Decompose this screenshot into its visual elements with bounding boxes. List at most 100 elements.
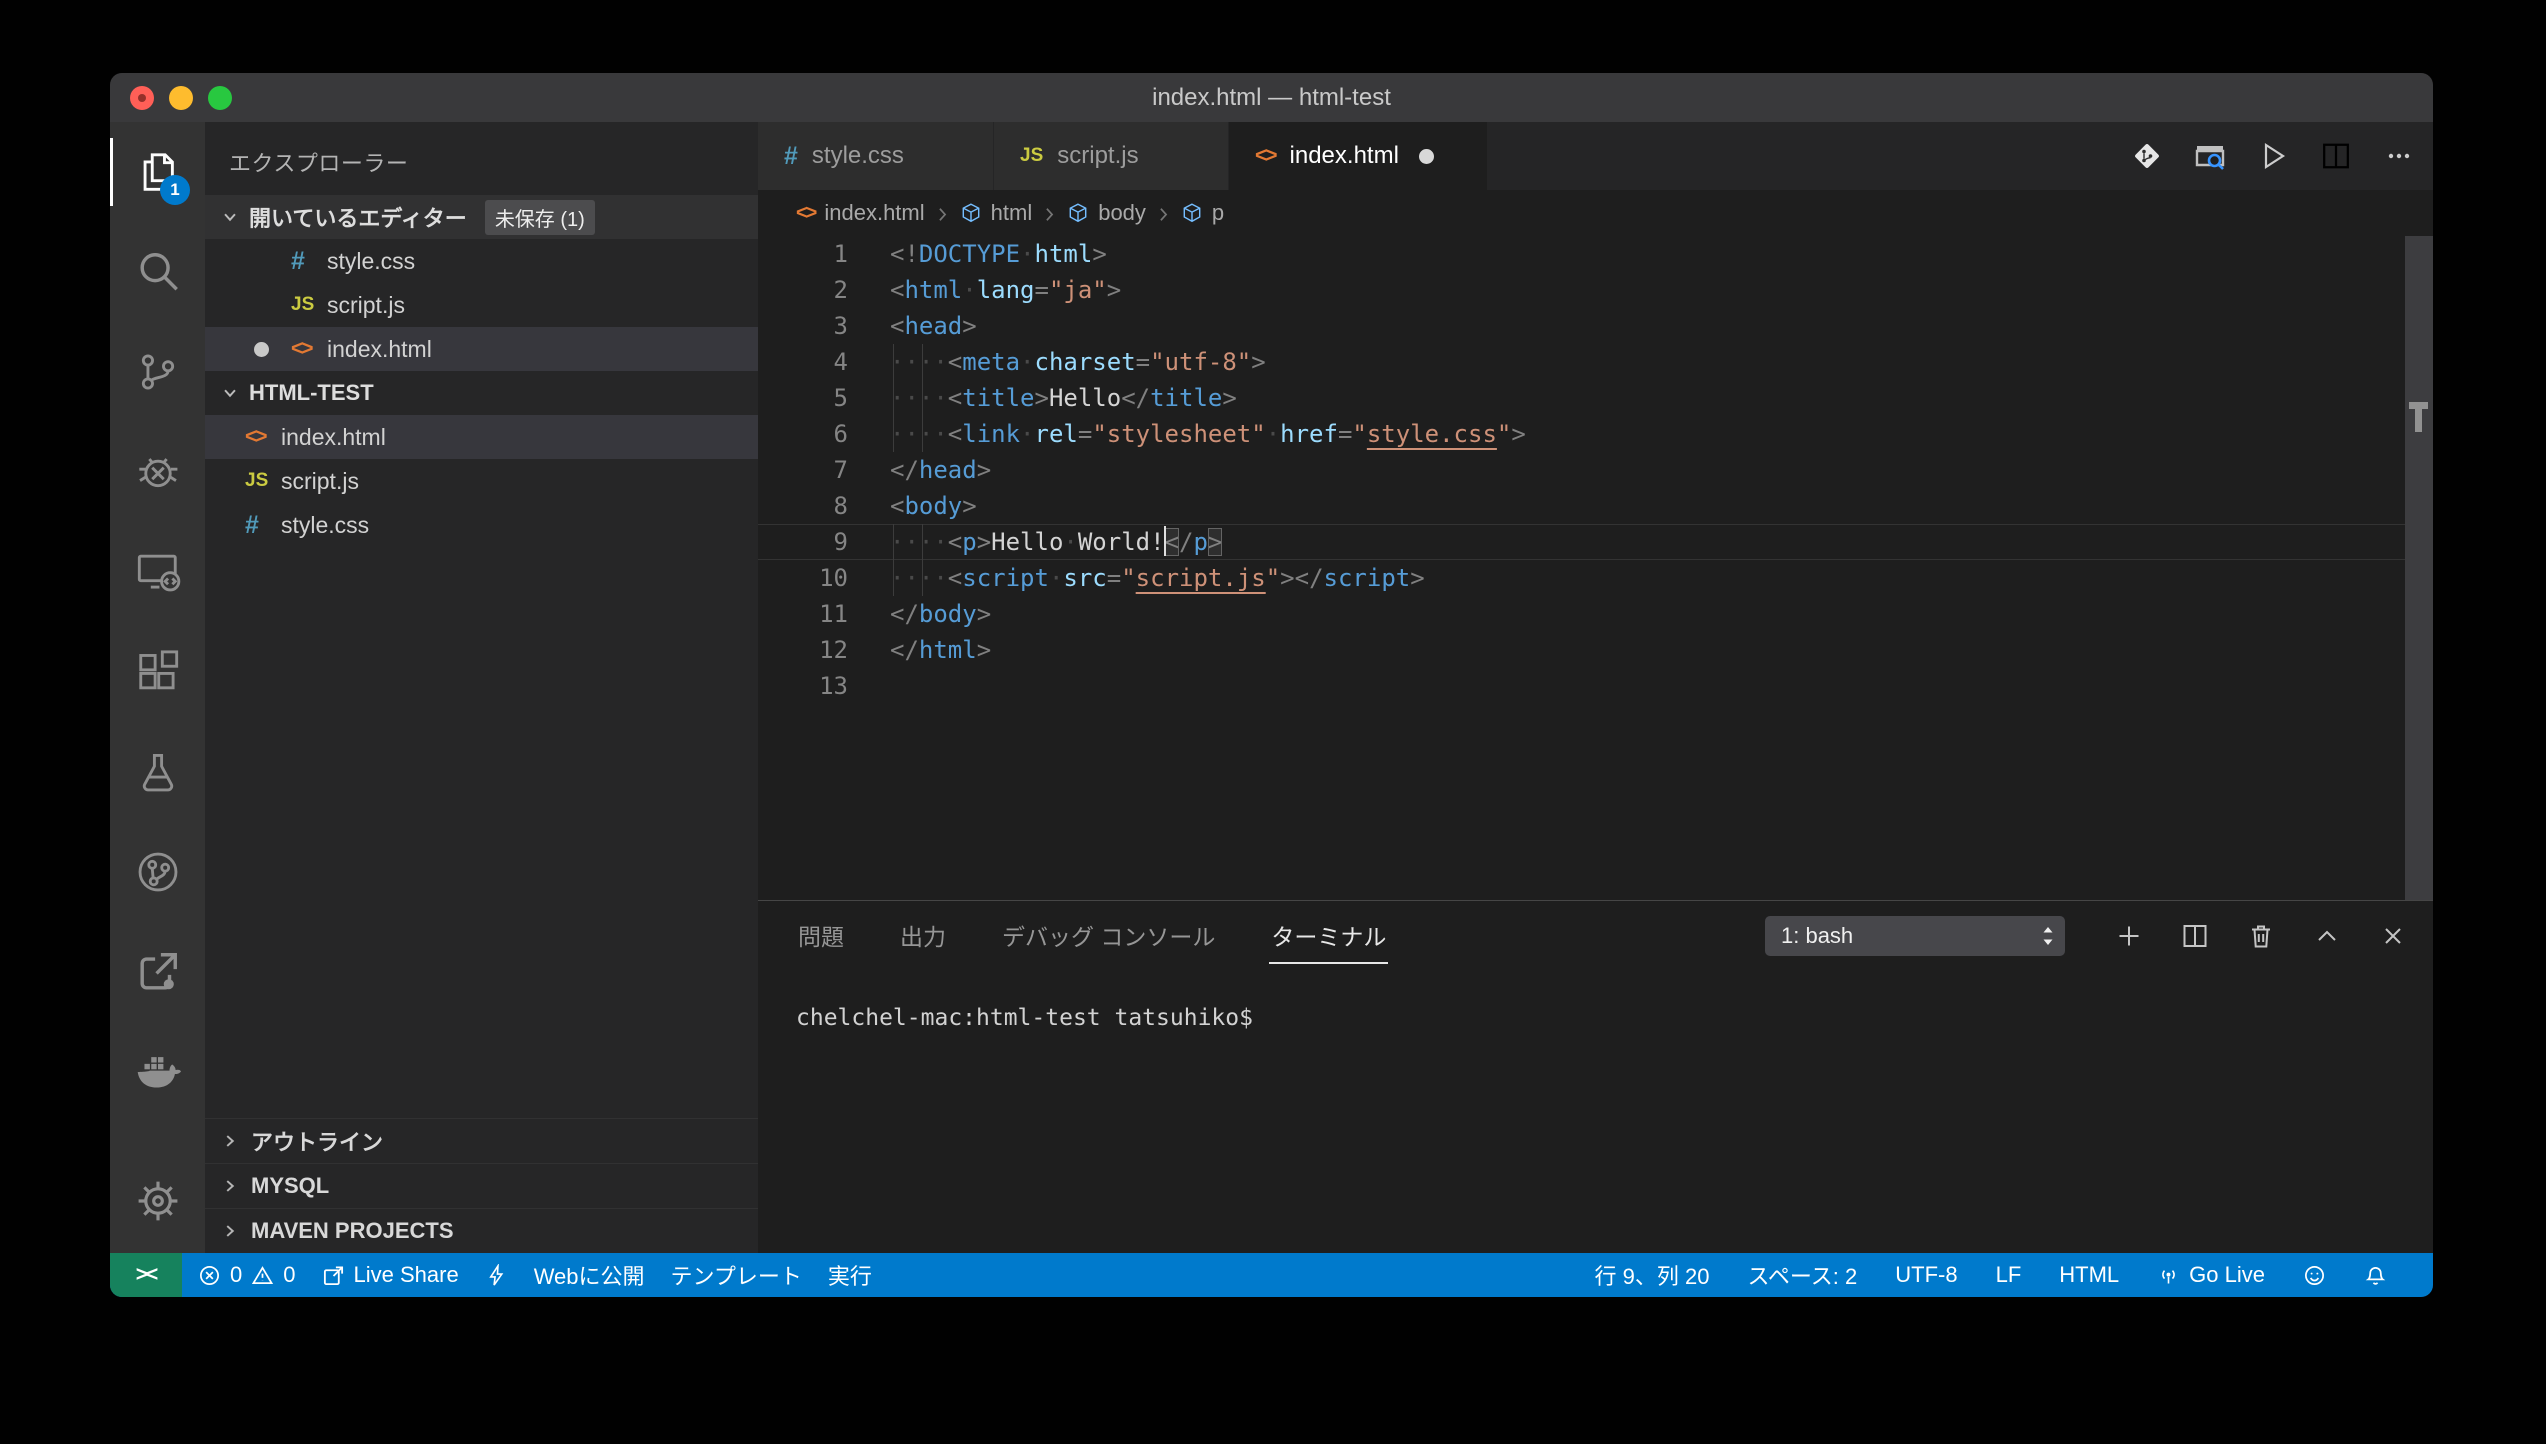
editor-scrollbar[interactable] — [2405, 236, 2433, 900]
html-file-icon: <> — [245, 425, 281, 449]
terminal-prompt: chelchel-mac:html-test tatsuhiko$ — [796, 1005, 1253, 1031]
line-content: <!DOCTYPE·html> — [890, 236, 1107, 272]
activity-item-search[interactable] — [110, 222, 205, 322]
code-line-10[interactable]: 10····<script·src="script.js"></script> — [758, 560, 2433, 596]
file-row-script.js[interactable]: JSscript.js — [205, 459, 758, 503]
code-line-4[interactable]: 4····<meta·charset="utf-8"> — [758, 344, 2433, 380]
code-line-12[interactable]: 12</html> — [758, 632, 2433, 668]
window-title: index.html — html-test — [1152, 84, 1391, 112]
sidebar-section-アウトライン[interactable]: アウトライン — [205, 1118, 758, 1163]
zoom-window-button[interactable] — [208, 86, 232, 110]
status-eol[interactable]: LF — [1996, 1262, 2022, 1288]
status-go-live[interactable]: Go Live — [2157, 1262, 2265, 1288]
breadcrumb-item-index.html[interactable]: <> index.html — [796, 200, 925, 226]
tab-index.html[interactable]: <>index.html — [1229, 122, 1488, 190]
file-row-style.css[interactable]: #style.css — [205, 503, 758, 547]
code-line-8[interactable]: 8<body> — [758, 488, 2433, 524]
terminal[interactable]: chelchel-mac:html-test tatsuhiko$ — [758, 973, 2433, 1031]
code-line-1[interactable]: 1<!DOCTYPE·html> — [758, 236, 2433, 272]
split-editor-icon[interactable] — [2318, 138, 2354, 174]
sidebar-section-label: アウトライン — [251, 1125, 383, 1157]
split-terminal-button[interactable] — [2179, 920, 2211, 952]
gitlens-icon — [135, 849, 181, 895]
modified-dot — [1419, 149, 1434, 164]
code-line-7[interactable]: 7</head> — [758, 452, 2433, 488]
line-content: <head> — [890, 308, 977, 344]
kill-terminal-button[interactable] — [2245, 920, 2277, 952]
panel-tab-terminal[interactable]: ターミナル — [1269, 910, 1388, 964]
tab-style.css[interactable]: #style.css — [758, 122, 994, 190]
code-line-5[interactable]: 5····<title>Hello</title> — [758, 380, 2433, 416]
activity-item-run-and-debug[interactable] — [110, 422, 205, 522]
activity-item-remote-explorer[interactable] — [110, 522, 205, 622]
activity-item-docker[interactable] — [110, 1022, 205, 1122]
sidebar-section-MYSQL[interactable]: MYSQL — [205, 1163, 758, 1208]
code-line-11[interactable]: 11</body> — [758, 596, 2433, 632]
minimize-window-button[interactable] — [169, 86, 193, 110]
panel-tab-problems[interactable]: 問題 — [796, 910, 846, 964]
breadcrumb-item-p[interactable]: p — [1181, 200, 1224, 226]
open-editors-header[interactable]: 開いているエディター 未保存 (1) — [205, 195, 758, 239]
panel-tab-debug-console[interactable]: デバッグ コンソール — [1000, 910, 1217, 964]
status-indentation[interactable]: スペース: 2 — [1747, 1259, 1857, 1291]
activity-item-live-share[interactable] — [110, 922, 205, 1022]
status-cursor-position[interactable]: 行 9、列 20 — [1595, 1259, 1710, 1291]
shell-select[interactable]: 1: bash — [1765, 916, 2065, 956]
indent-guide — [922, 524, 923, 560]
file-row-index.html[interactable]: <>index.html — [205, 415, 758, 459]
file-row-index.html[interactable]: <>index.html — [205, 327, 758, 371]
activity-item-settings[interactable] — [110, 1151, 205, 1251]
bottom-panel: 問題出力デバッグ コンソールターミナル 1: bash chelchel-mac… — [758, 900, 2433, 1253]
status-live-share[interactable]: Live Share — [322, 1262, 459, 1288]
remote-indicator[interactable]: >< — [110, 1253, 182, 1297]
activity-item-explorer[interactable]: 1 — [110, 122, 205, 222]
line-content: ····<title>Hello</title> — [890, 380, 1237, 416]
folder-header[interactable]: HTML-TEST — [205, 371, 758, 415]
more-actions-icon[interactable] — [2381, 138, 2417, 174]
file-row-style.css[interactable]: #style.css — [205, 239, 758, 283]
beaker-icon — [135, 749, 181, 795]
activity-item-testing[interactable] — [110, 722, 205, 822]
tab-label: style.css — [812, 142, 904, 170]
activity-item-source-control[interactable] — [110, 322, 205, 422]
gitlens-open-icon[interactable] — [2129, 138, 2165, 174]
html-file-icon: <> — [1255, 144, 1290, 168]
breadcrumb-separator-icon — [1042, 201, 1057, 226]
status-count: 0 — [283, 1262, 295, 1288]
status-publish-web[interactable]: Webに公開 — [534, 1259, 645, 1291]
status-label: Webに公開 — [534, 1259, 645, 1291]
code-editor[interactable]: 1<!DOCTYPE·html>2<html·lang="ja">3<head>… — [758, 236, 2433, 900]
file-row-script.js[interactable]: JSscript.js — [205, 283, 758, 327]
status-language-mode[interactable]: HTML — [2059, 1262, 2119, 1288]
code-line-6[interactable]: 6····<link·rel="stylesheet"·href="style.… — [758, 416, 2433, 452]
status-feedback[interactable] — [2303, 1264, 2326, 1287]
status-flash[interactable] — [485, 1264, 508, 1287]
maximize-panel-button[interactable] — [2311, 920, 2343, 952]
code-line-2[interactable]: 2<html·lang="ja"> — [758, 272, 2433, 308]
open-preview-icon[interactable] — [2192, 138, 2228, 174]
code-line-9[interactable]: 9····<p>Hello·World!</p> — [758, 524, 2433, 560]
breadcrumb-item-html[interactable]: html — [960, 200, 1033, 226]
status-problems[interactable]: 00 — [198, 1262, 296, 1288]
code-line-13[interactable]: 13 — [758, 668, 2433, 704]
line-number: 11 — [758, 596, 848, 632]
modified-dot — [254, 342, 269, 357]
code-line-3[interactable]: 3<head> — [758, 308, 2433, 344]
close-window-button[interactable] — [130, 86, 154, 110]
breadcrumb-item-body[interactable]: body — [1067, 200, 1146, 226]
activity-item-extensions[interactable] — [110, 622, 205, 722]
activity-item-gitlens[interactable] — [110, 822, 205, 922]
html-file-icon: <> — [796, 202, 815, 225]
tab-script.js[interactable]: JSscript.js — [994, 122, 1229, 190]
panel-tab-output[interactable]: 出力 — [898, 910, 948, 964]
line-content: <html·lang="ja"> — [890, 272, 1121, 308]
run-code-icon[interactable] — [2255, 138, 2291, 174]
sidebar-section-MAVEN PROJECTS[interactable]: MAVEN PROJECTS — [205, 1208, 758, 1253]
breadcrumb-label: index.html — [824, 200, 924, 226]
status-template[interactable]: テンプレート — [671, 1259, 802, 1291]
close-panel-button[interactable] — [2377, 920, 2409, 952]
new-terminal-button[interactable] — [2113, 920, 2145, 952]
status-encoding[interactable]: UTF-8 — [1895, 1262, 1957, 1288]
status-run[interactable]: 実行 — [828, 1259, 872, 1291]
status-notifications[interactable] — [2364, 1264, 2387, 1287]
